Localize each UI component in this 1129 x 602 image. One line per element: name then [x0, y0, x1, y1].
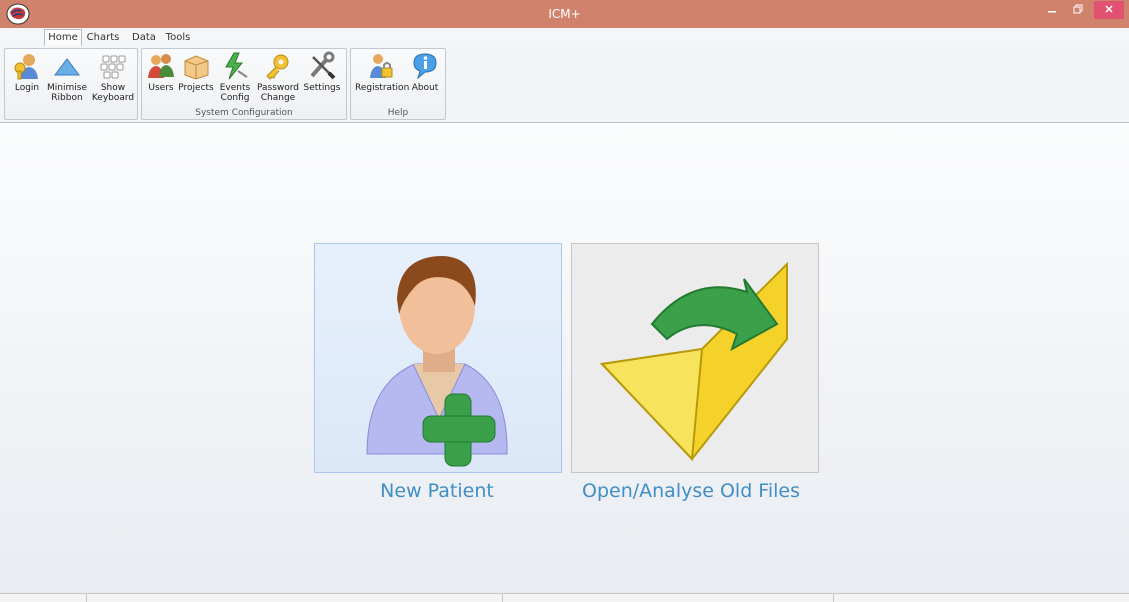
projects-label: Projects	[178, 83, 214, 93]
system-configuration-label: System Configuration	[195, 108, 293, 118]
restore-icon	[1073, 4, 1083, 14]
tab-home[interactable]: Home	[44, 29, 82, 47]
title-bar: ICM+	[0, 0, 1129, 28]
password-change-button[interactable]: Password Change	[256, 51, 300, 103]
padlock-user-icon	[370, 54, 393, 78]
group-general: Login Minimise Ribbon Show Keyboard	[4, 48, 138, 120]
password-key-icon	[266, 54, 289, 80]
group-help: Registration About Help	[350, 48, 446, 120]
tab-charts[interactable]: Charts	[85, 30, 121, 46]
login-label: Login	[14, 83, 40, 93]
info-bubble-icon	[413, 53, 437, 80]
ribbon-tab-bar: Home Charts Data Tools	[0, 28, 1129, 47]
folder-open-arrow-icon	[599, 261, 788, 462]
settings-button[interactable]: Settings	[302, 51, 342, 93]
close-button[interactable]	[1094, 1, 1124, 19]
password-change-label: Password Change	[256, 83, 300, 103]
show-keyboard-button[interactable]: Show Keyboard	[91, 51, 135, 103]
events-config-button[interactable]: Events Config	[218, 51, 252, 103]
keyboard-icon	[100, 55, 126, 79]
wrench-screwdriver-icon	[310, 51, 336, 80]
restore-button[interactable]	[1066, 0, 1090, 22]
ribbon: Login Minimise Ribbon Show Keyboard User…	[0, 46, 1129, 123]
about-label: About	[411, 83, 439, 93]
registration-label: Registration	[355, 83, 410, 93]
minimise-ribbon-button[interactable]: Minimise Ribbon	[47, 51, 87, 103]
window-title: ICM+	[548, 7, 581, 21]
help-label: Help	[387, 108, 409, 118]
new-patient-caption[interactable]: New Patient	[307, 480, 567, 502]
minimise-ribbon-label: Minimise Ribbon	[47, 83, 87, 103]
users-button[interactable]: Users	[146, 51, 176, 93]
about-button[interactable]: About	[409, 51, 441, 93]
open-old-files-button[interactable]	[571, 243, 819, 473]
minimize-button[interactable]	[1040, 0, 1064, 22]
registration-button[interactable]: Registration	[355, 51, 410, 93]
group-system-configuration: Users Projects Events Config Password Ch…	[141, 48, 347, 120]
show-keyboard-label: Show Keyboard	[91, 83, 135, 103]
events-config-label: Events Config	[219, 83, 251, 103]
projects-button[interactable]: Projects	[178, 51, 214, 93]
new-patient-button[interactable]	[314, 243, 562, 473]
key-user-icon	[14, 54, 38, 80]
minimize-icon	[1048, 11, 1056, 13]
users-label: Users	[148, 83, 174, 93]
settings-label: Settings	[303, 83, 341, 93]
projects-box-icon	[184, 55, 209, 80]
triangle-up-icon	[54, 58, 80, 76]
patient-add-icon	[366, 256, 508, 467]
events-lightning-icon	[225, 52, 248, 80]
login-button[interactable]: Login	[9, 51, 45, 93]
open-old-files-caption[interactable]: Open/Analyse Old Files	[561, 480, 821, 502]
main-area: New Patient Open/Analyse Old Files	[0, 123, 1129, 593]
close-icon	[1105, 5, 1113, 13]
tab-tools[interactable]: Tools	[163, 30, 193, 46]
users-icon	[148, 54, 174, 78]
tab-data[interactable]: Data	[130, 30, 158, 46]
